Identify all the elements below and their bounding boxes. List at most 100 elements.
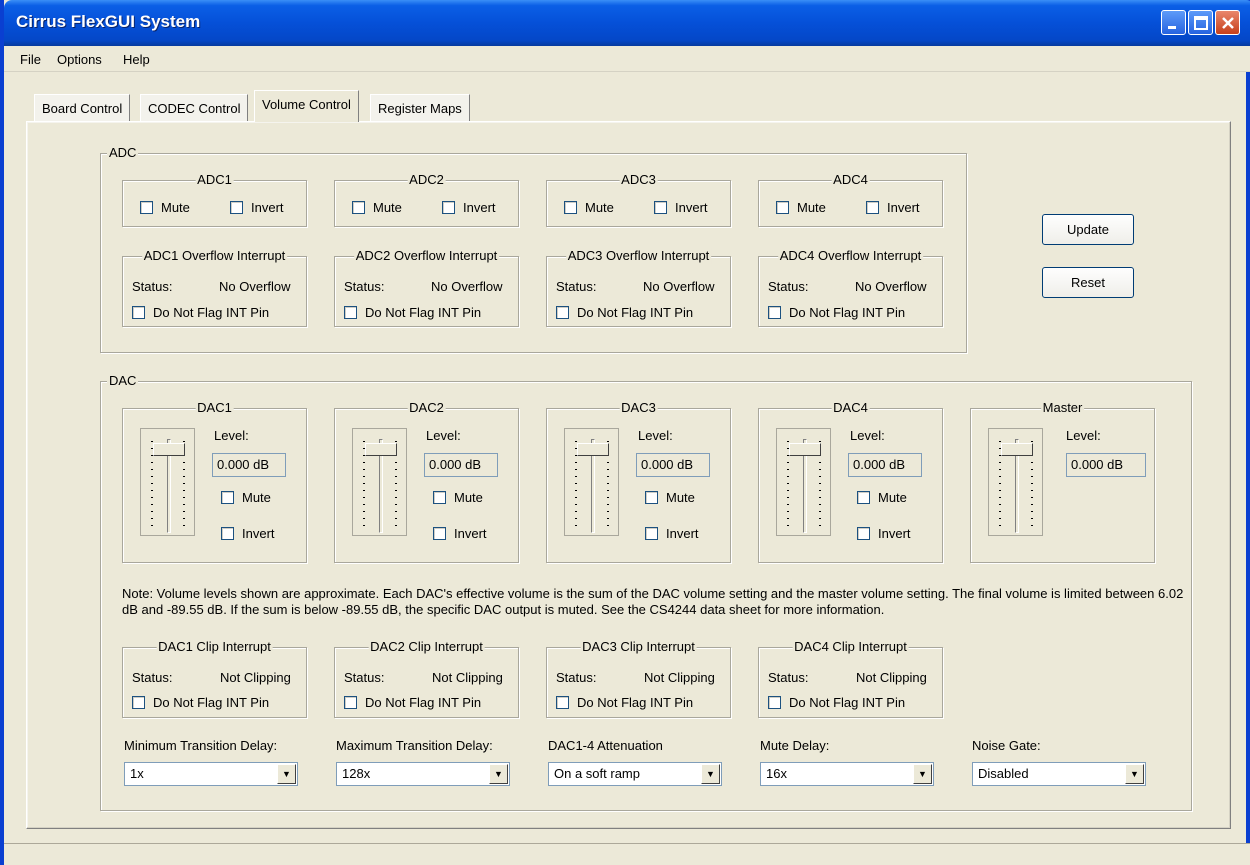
adc1-status-value: No Overflow <box>219 279 291 294</box>
attenuation-select[interactable]: On a soft ramp ▼ <box>548 762 722 786</box>
dac4-volume-slider[interactable] <box>776 428 831 536</box>
checkbox-box[interactable] <box>230 201 243 214</box>
tab-volume-control[interactable]: Volume Control <box>254 90 359 122</box>
adc2-mute-checkbox[interactable]: Mute <box>352 200 402 215</box>
checkbox-box[interactable] <box>433 527 446 540</box>
checkbox-box[interactable] <box>776 201 789 214</box>
dac4-flag-checkbox[interactable]: Do Not Flag INT Pin <box>768 695 905 710</box>
minimize-button[interactable] <box>1161 10 1186 35</box>
checkbox-box[interactable] <box>857 491 870 504</box>
dac1-volume-slider[interactable] <box>140 428 195 536</box>
checkbox-box[interactable] <box>645 527 658 540</box>
adc4-status-label: Status: <box>768 279 809 294</box>
checkbox-box[interactable] <box>857 527 870 540</box>
adc4-invert-checkbox[interactable]: Invert <box>866 200 920 215</box>
adc1-status-label: Status: <box>132 279 173 294</box>
adc1-mute-checkbox[interactable]: Mute <box>140 200 190 215</box>
slider-thumb[interactable] <box>1001 443 1033 456</box>
maximize-button[interactable] <box>1188 10 1213 35</box>
dac4-status-label: Status: <box>768 670 809 685</box>
checkbox-box[interactable] <box>344 306 357 319</box>
adc2-invert-checkbox[interactable]: Invert <box>442 200 496 215</box>
reset-button[interactable]: Reset <box>1042 267 1134 298</box>
checkbox-box[interactable] <box>352 201 365 214</box>
adc3-flag-checkbox[interactable]: Do Not Flag INT Pin <box>556 305 693 320</box>
adc3-title: ADC3 <box>619 172 658 188</box>
adc1-flag-checkbox[interactable]: Do Not Flag INT Pin <box>132 305 269 320</box>
adc2-overflow-title: ADC2 Overflow Interrupt <box>353 248 500 264</box>
adc2-flag-checkbox[interactable]: Do Not Flag INT Pin <box>344 305 481 320</box>
chevron-down-icon[interactable]: ▼ <box>1125 764 1144 784</box>
tab-board-control[interactable]: Board Control <box>34 94 131 122</box>
chevron-down-icon[interactable]: ▼ <box>489 764 508 784</box>
dac1-invert-checkbox[interactable]: Invert <box>221 526 275 541</box>
min-transition-select[interactable]: 1x ▼ <box>124 762 298 786</box>
slider-thumb[interactable] <box>153 443 185 456</box>
chevron-down-icon[interactable]: ▼ <box>701 764 720 784</box>
checkbox-box[interactable] <box>866 201 879 214</box>
mute-label: Mute <box>585 200 614 215</box>
checkbox-box[interactable] <box>344 696 357 709</box>
adc1-invert-checkbox[interactable]: Invert <box>230 200 284 215</box>
dac4-mute-checkbox[interactable]: Mute <box>857 490 907 505</box>
mute-delay-select[interactable]: 16x ▼ <box>760 762 934 786</box>
noise-gate-select[interactable]: Disabled ▼ <box>972 762 1146 786</box>
adc2-status-label: Status: <box>344 279 385 294</box>
max-transition-select[interactable]: 128x ▼ <box>336 762 510 786</box>
dac2-invert-checkbox[interactable]: Invert <box>433 526 487 541</box>
menu-help[interactable]: Help <box>123 52 150 67</box>
dac4-invert-checkbox[interactable]: Invert <box>857 526 911 541</box>
adc4-mute-checkbox[interactable]: Mute <box>776 200 826 215</box>
dac3-status-label: Status: <box>556 670 597 685</box>
checkbox-box[interactable] <box>768 696 781 709</box>
update-button[interactable]: Update <box>1042 214 1134 245</box>
dac1-flag-checkbox[interactable]: Do Not Flag INT Pin <box>132 695 269 710</box>
slider-thumb[interactable] <box>365 443 397 456</box>
checkbox-box[interactable] <box>132 696 145 709</box>
min-transition-label: Minimum Transition Delay: <box>124 738 278 753</box>
adc2-status-value: No Overflow <box>431 279 503 294</box>
tab-register-maps[interactable]: Register Maps <box>370 94 470 122</box>
chevron-down-icon[interactable]: ▼ <box>277 764 296 784</box>
checkbox-box[interactable] <box>645 491 658 504</box>
dac3-flag-checkbox[interactable]: Do Not Flag INT Pin <box>556 695 693 710</box>
adc3-mute-checkbox[interactable]: Mute <box>564 200 614 215</box>
dac3-volume-slider[interactable] <box>564 428 619 536</box>
tab-codec-control[interactable]: CODEC Control <box>140 94 249 122</box>
master-volume-slider[interactable] <box>988 428 1043 536</box>
dac4-level-label: Level: <box>850 428 885 443</box>
dac1-mute-checkbox[interactable]: Mute <box>221 490 271 505</box>
adc4-flag-checkbox[interactable]: Do Not Flag INT Pin <box>768 305 905 320</box>
dac4-status-value: Not Clipping <box>856 670 927 685</box>
checkbox-box[interactable] <box>433 491 446 504</box>
dac2-mute-checkbox[interactable]: Mute <box>433 490 483 505</box>
title-bar: Cirrus FlexGUI System <box>4 0 1250 46</box>
dac3-invert-checkbox[interactable]: Invert <box>645 526 699 541</box>
slider-thumb[interactable] <box>789 443 821 456</box>
dac3-mute-checkbox[interactable]: Mute <box>645 490 695 505</box>
dac2-status-label: Status: <box>344 670 385 685</box>
mute-delay-label: Mute Delay: <box>760 738 830 753</box>
checkbox-box[interactable] <box>564 201 577 214</box>
checkbox-box[interactable] <box>442 201 455 214</box>
dac2-volume-slider[interactable] <box>352 428 407 536</box>
checkbox-box[interactable] <box>768 306 781 319</box>
checkbox-box[interactable] <box>654 201 667 214</box>
checkbox-box[interactable] <box>556 306 569 319</box>
checkbox-box[interactable] <box>556 696 569 709</box>
dac2-title: DAC2 <box>407 400 446 416</box>
close-button[interactable] <box>1215 10 1240 35</box>
adc3-invert-checkbox[interactable]: Invert <box>654 200 708 215</box>
checkbox-box[interactable] <box>221 527 234 540</box>
checkbox-box[interactable] <box>132 306 145 319</box>
slider-thumb[interactable] <box>577 443 609 456</box>
dac2-flag-checkbox[interactable]: Do Not Flag INT Pin <box>344 695 481 710</box>
chevron-down-icon[interactable]: ▼ <box>913 764 932 784</box>
mute-label: Mute <box>242 490 271 505</box>
checkbox-box[interactable] <box>140 201 153 214</box>
mute-label: Mute <box>454 490 483 505</box>
menu-file[interactable]: File <box>20 52 41 67</box>
menu-options[interactable]: Options <box>57 52 102 67</box>
adc2-title: ADC2 <box>407 172 446 188</box>
checkbox-box[interactable] <box>221 491 234 504</box>
